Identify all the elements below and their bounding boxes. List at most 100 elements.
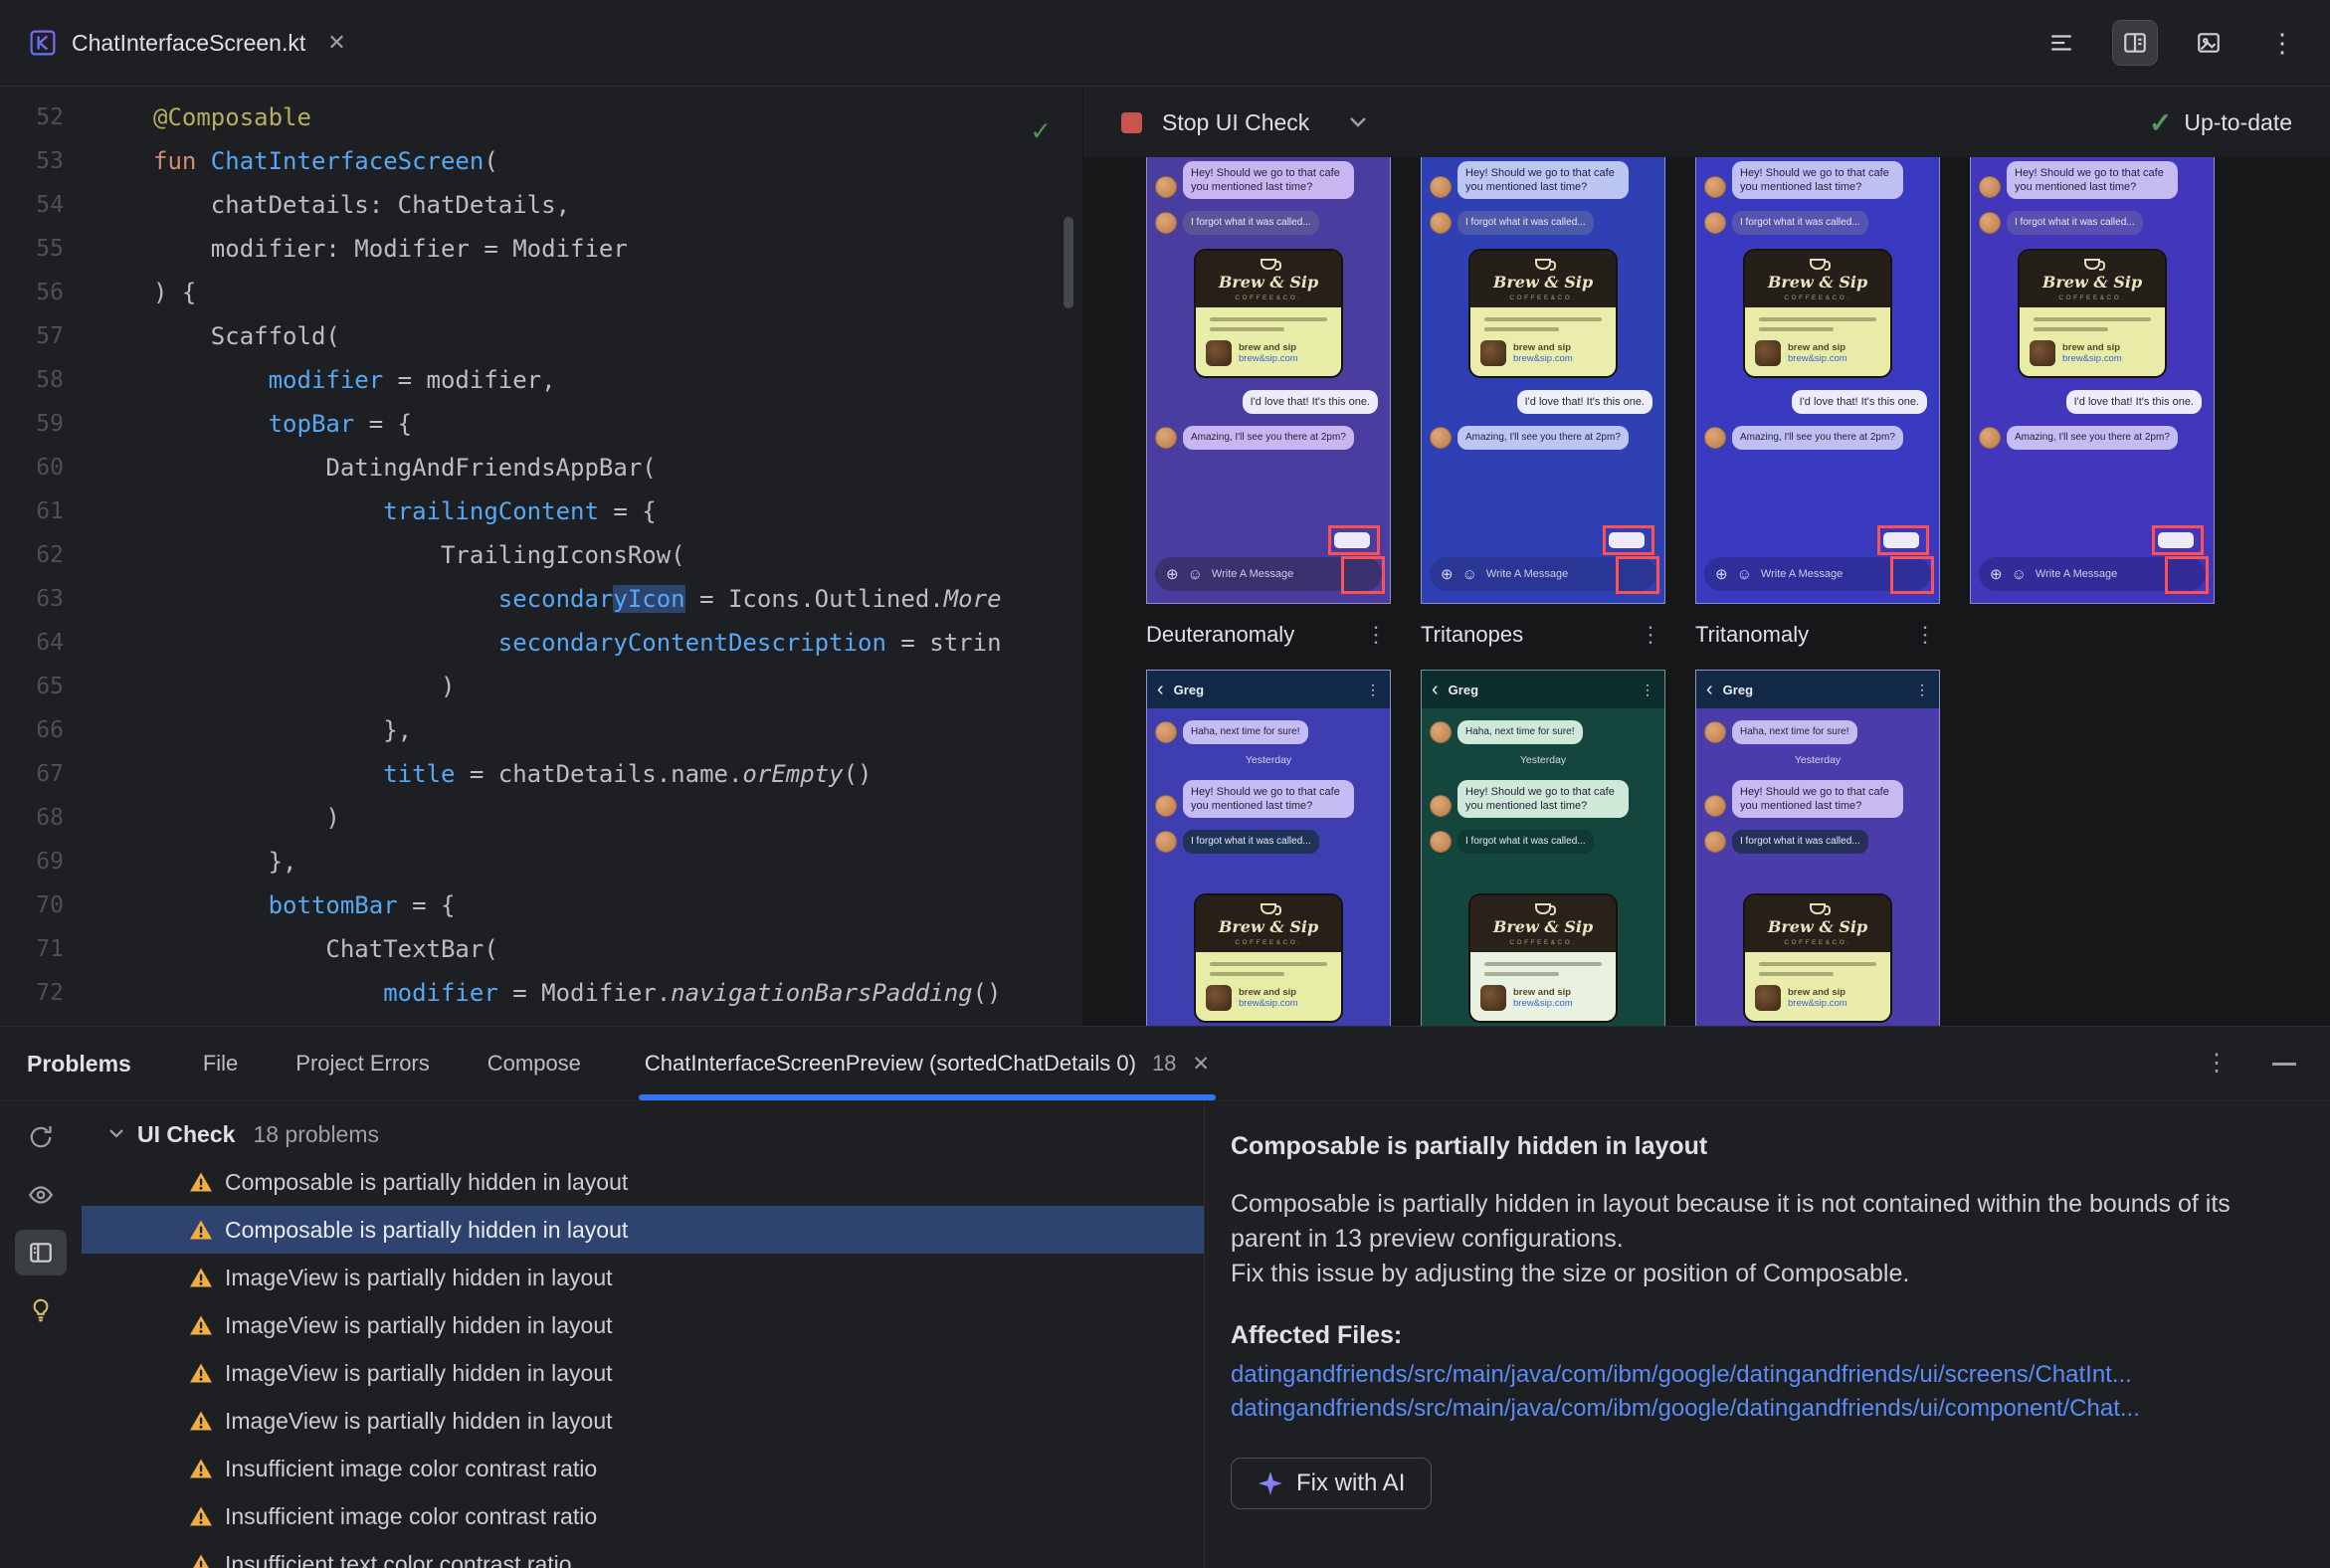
brew-link[interactable]: brew&sip.com <box>1239 353 1298 364</box>
code-line[interactable]: 68 ) <box>0 796 1081 840</box>
back-icon[interactable]: ‹ <box>1706 680 1713 699</box>
add-icon[interactable]: ⊕ <box>1166 567 1179 582</box>
brew-link[interactable]: brew&sip.com <box>1788 353 1847 364</box>
problem-row[interactable]: ImageView is partially hidden in layout <box>82 1397 1204 1445</box>
code-line[interactable]: 66 }, <box>0 708 1081 752</box>
tab-file[interactable]: File <box>203 1051 238 1077</box>
code-line[interactable]: 60 DatingAndFriendsAppBar( <box>0 446 1081 490</box>
ui-check-preview-card[interactable]: ‹ Greg ⋮ Haha, next time for sure! Yesterday… <box>1695 670 1940 1026</box>
chevron-down-icon[interactable] <box>1347 115 1369 129</box>
brew-link[interactable]: brew&sip.com <box>2062 353 2122 364</box>
brew-brand-sub: COFFEE&CO. <box>2058 294 2126 301</box>
chat-menu-icon[interactable]: ⋮ <box>1366 682 1380 698</box>
problem-row[interactable]: ImageView is partially hidden in layout <box>82 1349 1204 1397</box>
code-line[interactable]: 71 ChatTextBar( <box>0 927 1081 971</box>
brew-link[interactable]: brew&sip.com <box>1513 353 1573 364</box>
problem-row[interactable]: Composable is partially hidden in layout <box>82 1158 1204 1206</box>
brew-and-sip-card: Brew & Sip COFFEE&CO. brew and sip brew&sip… <box>1194 249 1343 378</box>
code-line[interactable]: 61 trailingContent = { <box>0 490 1081 533</box>
preview-canvas[interactable]: Hey! Should we go to that cafe you menti… <box>1083 157 2330 1026</box>
code-line[interactable]: 70 bottomBar = { <box>0 883 1081 927</box>
code-line[interactable]: 64 secondaryContentDescription = strin <box>0 621 1081 665</box>
add-icon[interactable]: ⊕ <box>1715 567 1728 582</box>
toolwindow-title[interactable]: Problems <box>27 1051 131 1078</box>
problem-row[interactable]: Insufficient text color contrast ratio <box>82 1540 1204 1568</box>
code-line[interactable]: 57 Scaffold( <box>0 314 1081 358</box>
code-line[interactable]: 52 @Composable <box>0 96 1081 139</box>
chat-menu-icon[interactable]: ⋮ <box>1641 682 1654 698</box>
problem-row[interactable]: Composable is partially hidden in layout <box>82 1206 1204 1254</box>
back-icon[interactable]: ‹ <box>1157 680 1164 699</box>
emoji-icon[interactable]: ☺ <box>2012 567 2027 582</box>
code-line[interactable]: 62 TrailingIconsRow( <box>0 533 1081 577</box>
code-line[interactable]: 72 modifier = Modifier.navigationBarsPad… <box>0 971 1081 1015</box>
problem-row[interactable]: Insufficient image color contrast ratio <box>82 1492 1204 1540</box>
tab-project-errors[interactable]: Project Errors <box>295 1051 429 1077</box>
add-icon[interactable]: ⊕ <box>1441 567 1454 582</box>
affected-file-link[interactable]: datingandfriends/src/main/java/com/ibm/g… <box>1231 1358 2300 1392</box>
preview-eye-icon[interactable] <box>15 1172 67 1218</box>
code-line[interactable]: 54 chatDetails: ChatDetails, <box>0 183 1081 227</box>
code-line[interactable]: 65 ) <box>0 665 1081 708</box>
brew-link[interactable]: brew&sip.com <box>1788 998 1847 1009</box>
code-line[interactable]: 58 modifier = modifier, <box>0 358 1081 402</box>
preview-card-menu-icon[interactable]: ⋮ <box>1361 622 1391 648</box>
code-editor[interactable]: 52 @Composable 53 fun ChatInterfaceScreen(5… <box>0 88 1081 1026</box>
chat-menu-icon[interactable]: ⋮ <box>1915 682 1929 698</box>
preview-card-menu-icon[interactable]: ⋮ <box>1910 622 1940 648</box>
problem-row[interactable]: ImageView is partially hidden in layout <box>82 1301 1204 1349</box>
preview-card-menu-icon[interactable]: ⋮ <box>1636 622 1665 648</box>
emoji-icon[interactable]: ☺ <box>1462 567 1477 582</box>
ui-check-preview-card[interactable]: Hey! Should we go to that cafe you menti… <box>1695 157 1940 604</box>
stop-icon[interactable] <box>1121 111 1142 133</box>
lightbulb-icon[interactable] <box>15 1287 67 1333</box>
editor-scrollbar[interactable] <box>1064 217 1073 308</box>
chat-message: Hey! Should we go to that cafe you menti… <box>1704 161 1931 199</box>
brew-link[interactable]: brew&sip.com <box>1239 998 1298 1009</box>
tab-compose[interactable]: Compose <box>487 1051 581 1077</box>
ui-check-preview-card[interactable]: ‹ Greg ⋮ Haha, next time for sure! Yesterday… <box>1421 670 1665 1026</box>
brew-brand: Brew & Sip <box>1767 917 1868 936</box>
code-line[interactable]: 67 title = chatDetails.name.orEmpty() <box>0 752 1081 796</box>
emoji-icon[interactable]: ☺ <box>1737 567 1752 582</box>
inspections-ok-icon[interactable]: ✓ <box>1032 109 1050 153</box>
ui-check-preview-card[interactable]: ‹ Greg ⋮ Haha, next time for sure! Yesterday… <box>1146 670 1391 1026</box>
code-view-icon[interactable] <box>2039 21 2083 65</box>
more-icon[interactable]: ⋮ <box>2260 21 2304 65</box>
problems-group-header[interactable]: UI Check 18 problems <box>82 1110 1204 1158</box>
ui-check-preview-card[interactable]: Hey! Should we go to that cafe you menti… <box>1146 157 1391 604</box>
code-line[interactable]: 53 fun ChatInterfaceScreen( <box>0 139 1081 183</box>
problem-text: ImageView is partially hidden in layout <box>225 1311 613 1338</box>
close-tab-icon[interactable]: ✕ <box>327 30 345 56</box>
editor-tab-chatinterfacescreen[interactable]: ChatInterfaceScreen.kt ✕ <box>0 0 376 86</box>
status-label: Up-to-date <box>2184 108 2292 135</box>
minimize-panel-icon[interactable] <box>2272 1062 2296 1066</box>
ui-check-preview-card[interactable]: Hey! Should we go to that cafe you menti… <box>1421 157 1665 604</box>
lint-highlight-box <box>2165 556 2209 594</box>
ui-check-preview-card[interactable]: Hey! Should we go to that cafe you menti… <box>1970 157 2215 604</box>
stop-ui-check-button[interactable]: Stop UI Check <box>1162 109 1309 136</box>
tab-chatinterfacescreenpreview[interactable]: ChatInterfaceScreenPreview (sortedChatDe… <box>638 1027 1217 1100</box>
refresh-icon[interactable] <box>15 1114 67 1160</box>
design-view-icon[interactable] <box>2187 21 2231 65</box>
code-line[interactable]: 55 modifier: Modifier = Modifier <box>0 227 1081 271</box>
code-line[interactable]: 73 onAddClick = {} <box>0 1015 1081 1026</box>
problem-row[interactable]: ImageView is partially hidden in layout <box>82 1254 1204 1301</box>
code-line[interactable]: 69 }, <box>0 840 1081 883</box>
lint-highlight-box <box>1328 525 1380 555</box>
close-tab-icon[interactable]: ✕ <box>1192 1052 1210 1077</box>
brew-link[interactable]: brew&sip.com <box>1513 998 1573 1009</box>
affected-file-link[interactable]: datingandfriends/src/main/java/com/ibm/g… <box>1231 1392 2300 1426</box>
back-icon[interactable]: ‹ <box>1432 680 1439 699</box>
chat-message: I'd love that! It's this one. <box>1155 390 1378 414</box>
panel-options-icon[interactable]: ⋮ <box>2205 1052 2229 1076</box>
fix-with-ai-button[interactable]: Fix with AI <box>1231 1458 1433 1509</box>
emoji-icon[interactable]: ☺ <box>1188 567 1203 582</box>
details-panel-icon[interactable] <box>15 1230 67 1275</box>
code-line[interactable]: 56) { <box>0 271 1081 314</box>
add-icon[interactable]: ⊕ <box>1990 567 2003 582</box>
problem-row[interactable]: Insufficient image color contrast ratio <box>82 1445 1204 1492</box>
code-line[interactable]: 59 topBar = { <box>0 402 1081 446</box>
code-line[interactable]: 63 secondaryIcon = Icons.Outlined.More <box>0 577 1081 621</box>
split-view-icon[interactable] <box>2112 20 2158 66</box>
